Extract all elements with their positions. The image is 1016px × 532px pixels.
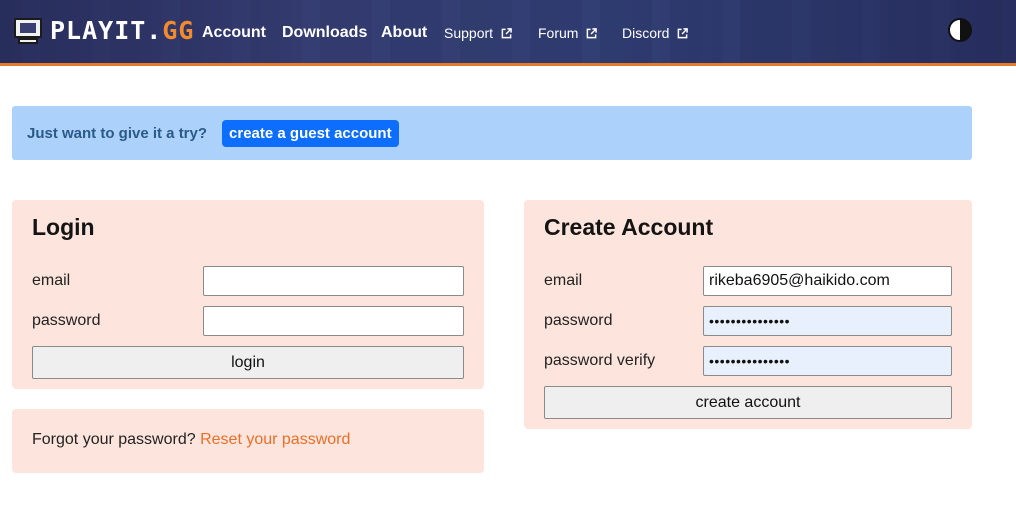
create-email-label: email (544, 272, 583, 289)
create-account-button[interactable]: create account (544, 386, 952, 419)
create-email-input[interactable]: rikeba6905@haikido.com (703, 266, 952, 296)
forgot-password-panel: Forgot your password? Reset your passwor… (12, 409, 484, 473)
create-password-label: password (544, 312, 613, 329)
create-account-panel: Create Account email rikeba6905@haikido.… (524, 200, 972, 429)
forgot-password-text: Forgot your password? Reset your passwor… (32, 431, 350, 449)
external-link-icon (677, 27, 689, 39)
login-email-input[interactable] (203, 266, 464, 296)
nav-downloads[interactable]: Downloads (282, 0, 367, 66)
nav-account[interactable]: Account (202, 0, 266, 66)
external-link-icon (586, 27, 598, 39)
create-account-title: Create Account (544, 214, 714, 240)
nav-discord[interactable]: Discord (622, 0, 689, 66)
nav-forum[interactable]: Forum (538, 0, 598, 66)
login-password-label: password (32, 312, 101, 329)
nav-discord-label: Discord (622, 25, 670, 41)
external-link-icon (501, 27, 512, 39)
nav-support-label: Support (444, 25, 494, 41)
login-password-input[interactable] (203, 306, 464, 336)
login-email-label: email (32, 272, 71, 289)
login-title: Login (32, 214, 95, 240)
nav-forum-label: Forum (538, 25, 579, 41)
guest-banner: Just want to give it a try? create a gue… (12, 106, 972, 160)
forgot-password-label: Forgot your password? (32, 431, 196, 448)
password-verify-input[interactable]: ••••••••••••••• (703, 346, 952, 376)
password-verify-label: password verify (544, 352, 656, 369)
login-button[interactable]: login (32, 346, 464, 379)
playit-logo[interactable]: PLAYIT.GG (14, 16, 194, 45)
contrast-icon[interactable] (948, 18, 972, 42)
guest-banner-text: Just want to give it a try? (27, 124, 208, 142)
computer-icon (14, 17, 42, 44)
top-navbar: PLAYIT.GG Account Downloads About Suppor… (0, 0, 1016, 66)
nav-about[interactable]: About (381, 0, 427, 66)
reset-password-link[interactable]: Reset your password (200, 431, 350, 448)
create-password-input[interactable]: ••••••••••••••• (703, 306, 952, 336)
create-guest-account-button[interactable]: create a guest account (222, 119, 399, 147)
login-panel: Login email password login (12, 200, 484, 389)
nav-support[interactable]: Support (444, 0, 512, 66)
logo-text: PLAYIT.GG (50, 16, 195, 45)
